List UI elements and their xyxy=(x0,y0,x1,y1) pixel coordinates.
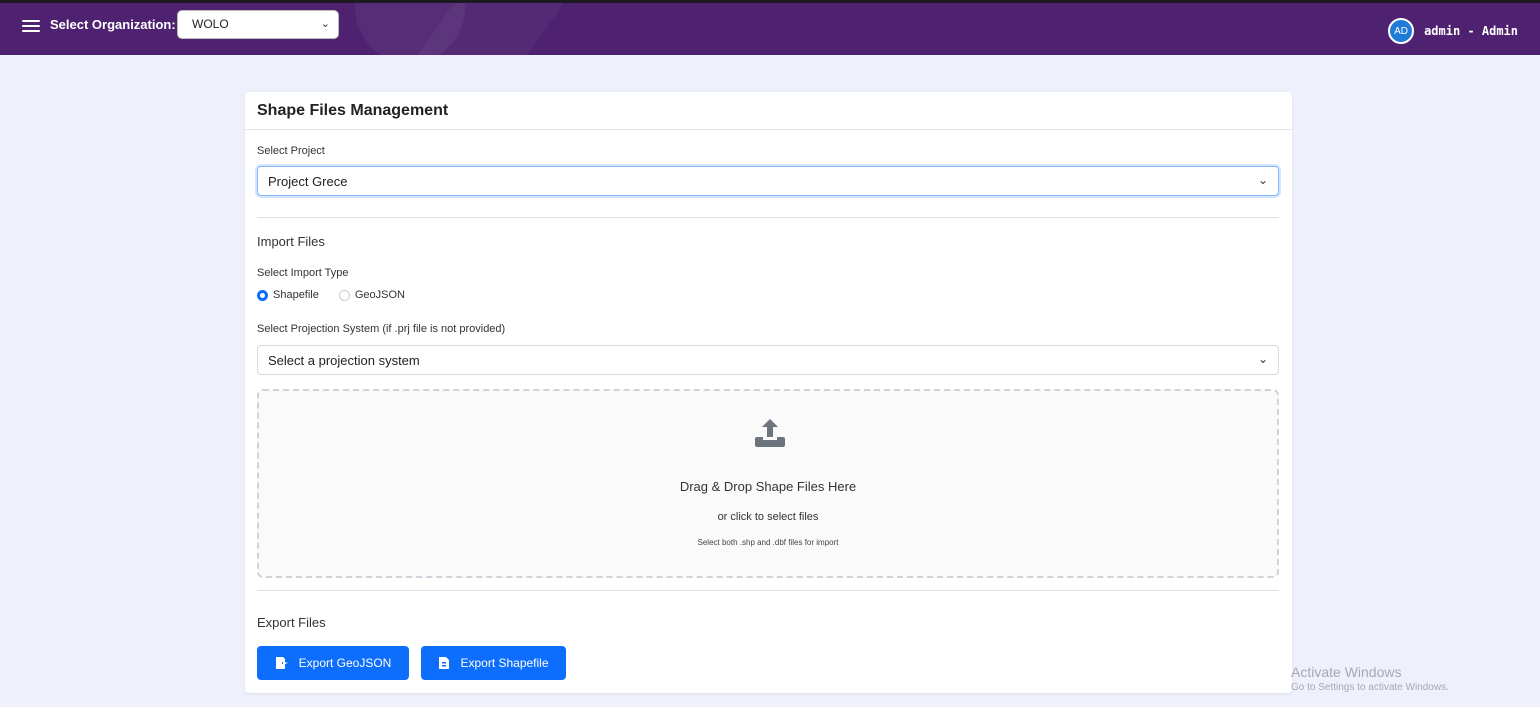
export-shapefile-button[interactable]: Export Shapefile xyxy=(421,646,566,680)
import-type-radio-group: Shapefile GeoJSON xyxy=(257,289,425,301)
upload-icon xyxy=(755,419,785,447)
radio-geojson[interactable]: GeoJSON xyxy=(338,289,405,301)
export-files-title: Export Files xyxy=(257,615,326,630)
export-shapefile-label: Export Shapefile xyxy=(460,656,549,670)
shape-files-card: Shape Files Management Select Project Pr… xyxy=(245,92,1292,693)
divider xyxy=(257,217,1279,218)
file-dropzone[interactable]: Drag & Drop Shape Files Here or click to… xyxy=(257,389,1279,578)
project-label: Select Project xyxy=(257,145,325,157)
radio-geojson-label[interactable]: GeoJSON xyxy=(355,289,405,301)
file-icon xyxy=(439,657,450,669)
file-export-icon xyxy=(275,657,288,669)
watermark-line1: Activate Windows xyxy=(1291,664,1402,680)
chevron-down-icon: ⌄ xyxy=(1257,352,1268,366)
hamburger-menu-icon[interactable] xyxy=(22,20,40,34)
organization-select[interactable]: WOLO ⌄ xyxy=(177,10,339,39)
project-select-value: Project Grece xyxy=(268,174,348,189)
windows-activation-watermark: Activate Windows Go to Settings to activ… xyxy=(1291,664,1449,693)
avatar[interactable]: AD xyxy=(1388,18,1415,44)
project-select[interactable]: Project Grece ⌄ xyxy=(257,166,1279,196)
watermark-line2: Go to Settings to activate Windows. xyxy=(1291,682,1449,693)
export-geojson-button[interactable]: Export GeoJSON xyxy=(257,646,409,680)
divider xyxy=(257,590,1279,591)
radio-shapefile[interactable]: Shapefile xyxy=(257,289,319,301)
user-name[interactable]: admin - Admin xyxy=(1424,24,1518,38)
chevron-down-icon: ⌄ xyxy=(320,18,330,30)
top-navbar: Select Organization: WOLO ⌄ AD admin - A… xyxy=(0,0,1540,55)
organization-label: Select Organization: xyxy=(50,17,176,32)
import-files-title: Import Files xyxy=(257,234,325,249)
dropzone-subtitle: or click to select files xyxy=(717,511,819,523)
projection-label: Select Projection System (if .prj file i… xyxy=(257,323,506,335)
projection-select-placeholder: Select a projection system xyxy=(268,353,420,368)
radio-geojson-input[interactable] xyxy=(338,289,350,301)
page-title: Shape Files Management xyxy=(245,92,1292,130)
dropzone-title: Drag & Drop Shape Files Here xyxy=(679,479,857,494)
organization-select-value: WOLO xyxy=(192,17,229,31)
import-type-label: Select Import Type xyxy=(257,267,349,279)
projection-select[interactable]: Select a projection system ⌄ xyxy=(257,345,1279,375)
dropzone-hint: Select both .shp and .dbf files for impo… xyxy=(697,538,839,547)
radio-shapefile-label[interactable]: Shapefile xyxy=(273,289,319,301)
user-menu[interactable]: AD admin - Admin xyxy=(1388,18,1518,44)
radio-shapefile-input[interactable] xyxy=(257,289,268,301)
export-geojson-label: Export GeoJSON xyxy=(298,656,392,670)
chevron-down-icon: ⌄ xyxy=(1257,173,1268,187)
